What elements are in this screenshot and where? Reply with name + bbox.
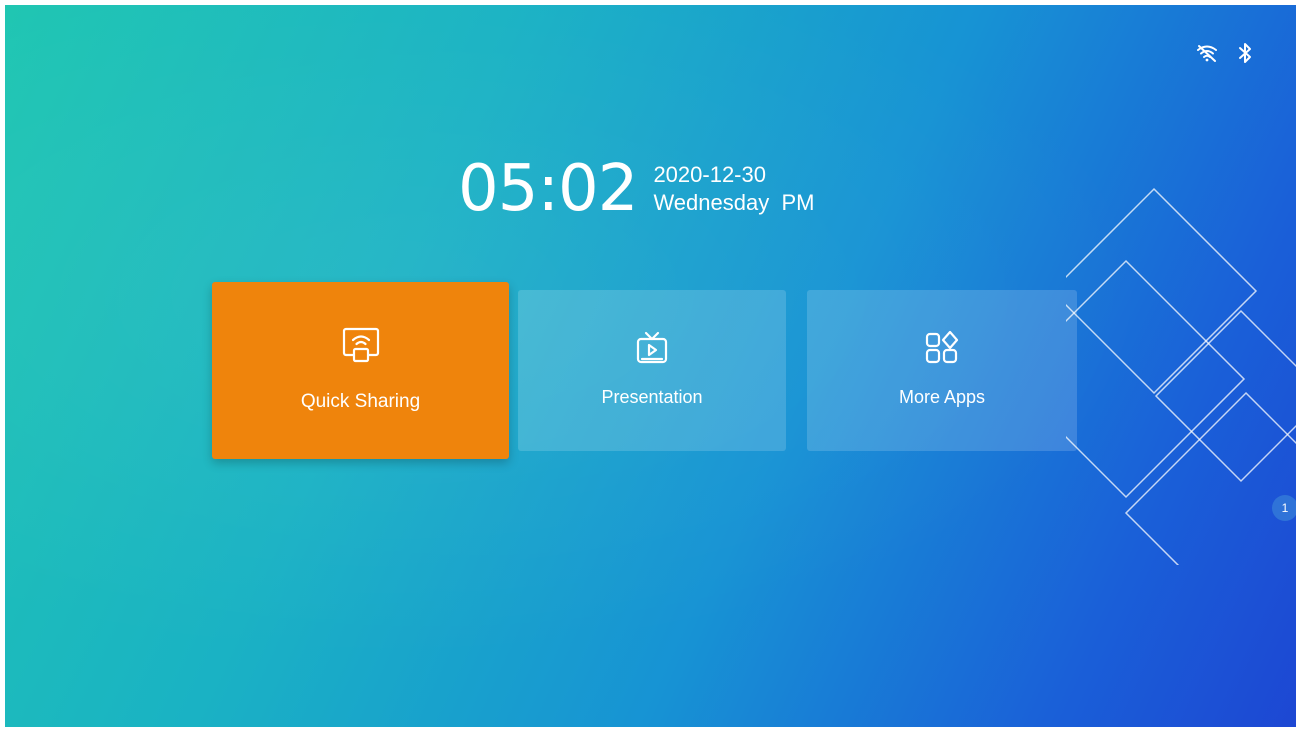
bluetooth-icon[interactable] [1238,42,1252,64]
presentation-tile[interactable]: Presentation [518,290,786,451]
decorative-diamond-lines [1066,187,1296,565]
quick-sharing-label: Quick Sharing [300,391,421,412]
clock-time: 05:02 [458,152,638,226]
page-indicator-badge[interactable]: 1 [1272,495,1296,521]
screen-share-icon [341,326,381,369]
wifi-off-icon[interactable] [1196,44,1218,62]
apps-grid-icon [924,330,960,371]
clock-date: 2020-12-30 [653,162,766,187]
home-screen: 05:02 2020-12-30 Wednesday PM Quick Shar… [5,5,1296,727]
clock-widget: 05:02 2020-12-30 Wednesday PM [458,157,814,221]
more-apps-label: More Apps [898,387,986,407]
clock-day-period: Wednesday PM [653,190,815,215]
tv-play-icon [634,330,670,371]
more-apps-tile[interactable]: More Apps [807,290,1077,451]
status-bar [1196,42,1252,64]
presentation-label: Presentation [601,387,703,407]
clock-date-block: 2020-12-30 Wednesday PM [653,161,814,217]
quick-sharing-tile[interactable]: Quick Sharing [212,282,509,459]
